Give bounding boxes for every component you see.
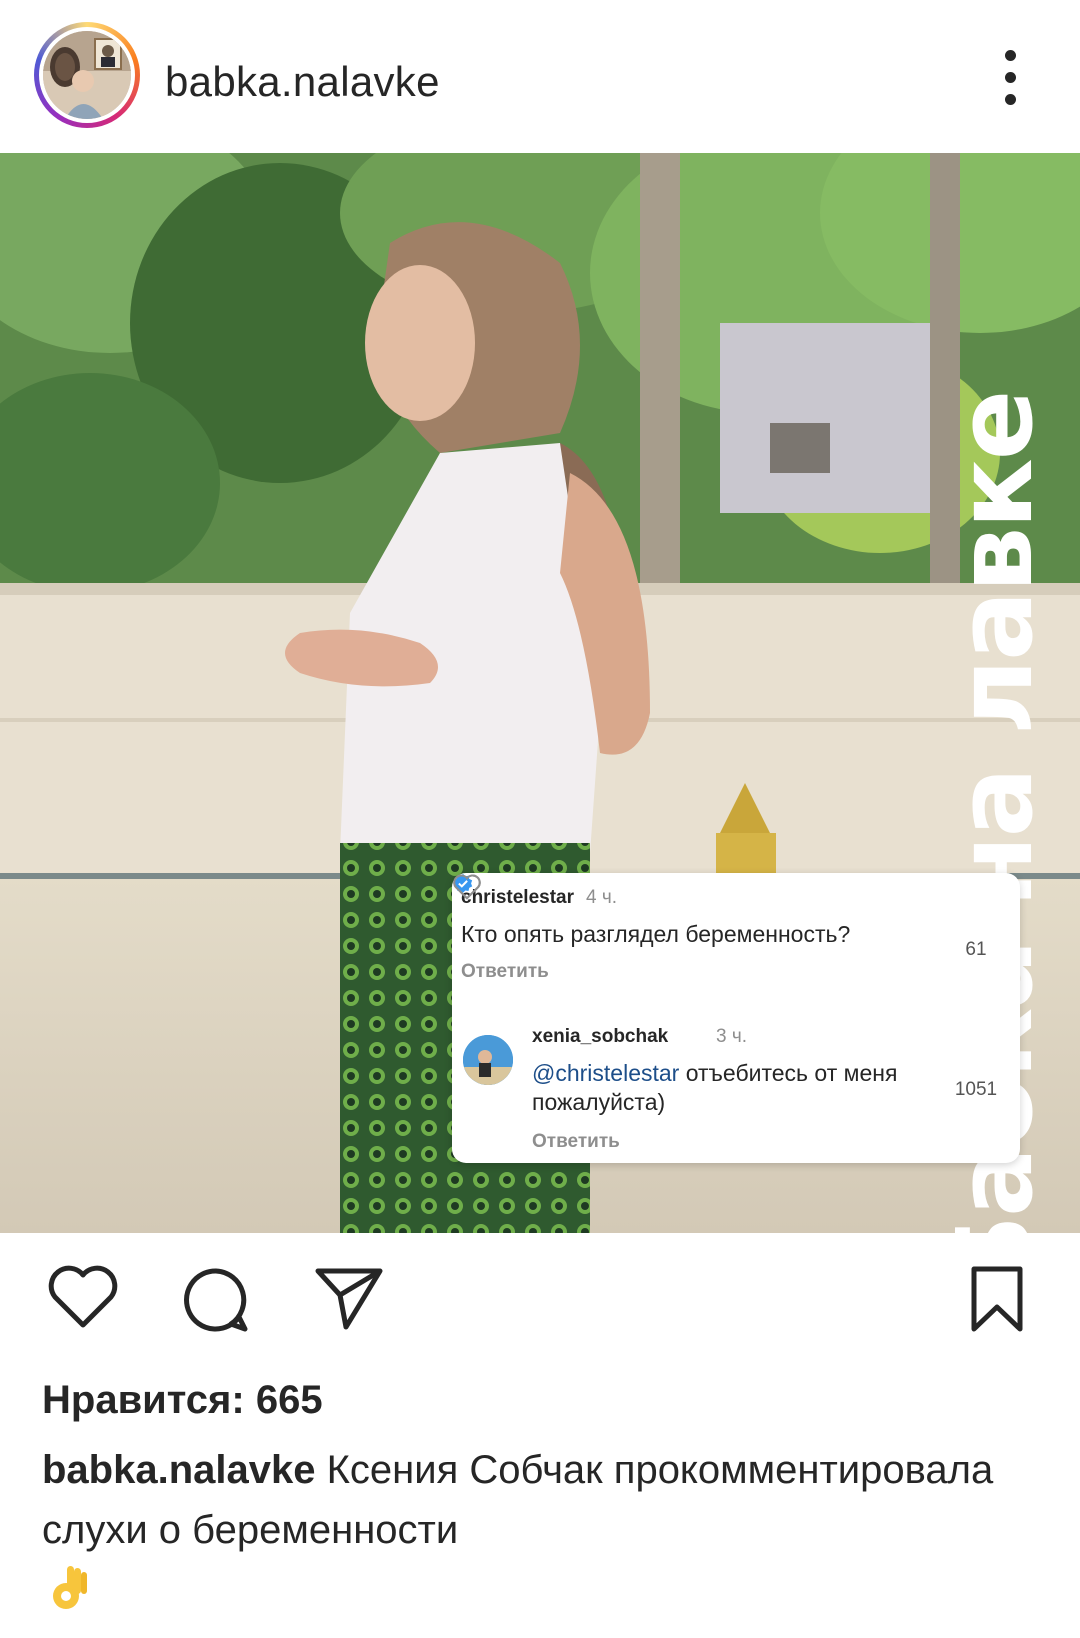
paper-plane-icon[interactable]: [314, 1265, 384, 1331]
reply-link: Ответить: [461, 961, 549, 982]
comment-text: Кто опять разглядел беременность?: [461, 921, 851, 947]
reply-mention: @christelestar: [532, 1060, 680, 1086]
post-username[interactable]: babka.nalavke: [165, 58, 440, 106]
avatar[interactable]: [43, 31, 131, 119]
post-photo[interactable]: Бабка на лавке christelestar 4 ч. Кто оп…: [0, 153, 1080, 1233]
caption-username[interactable]: babka.nalavke: [42, 1448, 316, 1492]
reply-username: xenia_sobchak: [532, 1026, 669, 1047]
post-header: babka.nalavke: [0, 0, 1080, 153]
comment-like-count: 61: [965, 939, 987, 960]
reply-text: @christelestar отъебитесь от меня пожалу…: [532, 1060, 898, 1115]
comment-bubble-icon[interactable]: [181, 1265, 251, 1335]
reply-avatar: [463, 1035, 513, 1085]
story-ring[interactable]: [34, 22, 140, 128]
heart-icon[interactable]: [47, 1265, 119, 1331]
reply-time: 3 ч.: [716, 1026, 748, 1047]
reply-heart-icon: [453, 874, 481, 900]
comment-screenshot-card: christelestar 4 ч. Кто опять разглядел б…: [452, 873, 1020, 1163]
reply-link: Ответить: [532, 1131, 620, 1152]
comment-time: 4 ч.: [586, 887, 618, 908]
post-caption: babka.nalavke Ксения Собчак прокомментир…: [42, 1440, 1042, 1560]
ok-hand-emoji: [53, 1566, 87, 1609]
bookmark-icon[interactable]: [968, 1265, 1026, 1333]
more-vertical-icon[interactable]: [996, 48, 1026, 108]
like-count[interactable]: Нравится: 665: [42, 1378, 323, 1423]
reply-like-count: 1051: [954, 1079, 998, 1100]
